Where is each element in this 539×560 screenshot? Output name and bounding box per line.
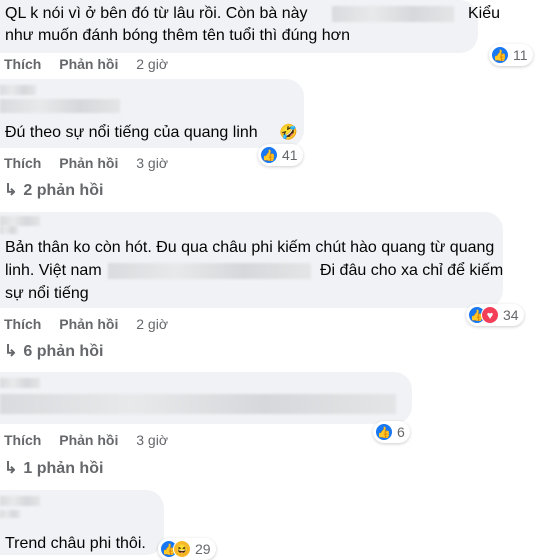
comment-bubble: Đú theo sự nổi tiếng của quang linh 🤣 [0, 79, 304, 148]
comment-text: linh. Việt nam [5, 262, 102, 279]
comment-text: như muốn đánh bóng thêm tên tuổi thì đún… [5, 27, 351, 44]
redacted-text [108, 263, 311, 279]
like-button[interactable]: Thích [4, 432, 41, 448]
timestamp[interactable]: 2 giờ [136, 316, 168, 332]
comment-text: Đú theo sự nổi tiếng của quang linh [5, 124, 258, 141]
replies-count-label: 1 phản hồi [23, 460, 104, 477]
view-replies-button[interactable]: ↳ 2 phản hồi [4, 180, 103, 200]
like-button[interactable]: Thích [4, 316, 41, 332]
reaction-summary[interactable]: 👍 11 [489, 44, 533, 66]
reaction-count: 34 [503, 307, 519, 323]
redacted-author-name [0, 226, 18, 234]
replies-count-label: 2 phản hồi [23, 182, 104, 199]
redacted-text [0, 394, 396, 414]
comment-text: Bản thân ko còn hót. Đu qua châu phi kiế… [5, 239, 495, 256]
reply-button[interactable]: Phản hồi [59, 155, 118, 171]
comment-bubble [0, 372, 412, 424]
comment-actions: Thích Phản hồi 3 giờ [4, 432, 168, 448]
like-icon: 👍 [375, 423, 393, 441]
reaction-count: 11 [513, 47, 528, 63]
comment-bubble: QL k nói vì ở bên đó từ lâu rồi. Còn bà … [0, 0, 500, 53]
haha-icon: 😆 [173, 540, 191, 558]
reaction-count: 6 [397, 424, 405, 440]
like-icon: 👍 [491, 46, 509, 64]
reply-button[interactable]: Phản hồi [59, 316, 118, 332]
reaction-count: 41 [282, 147, 298, 163]
reply-button[interactable]: Phản hồi [59, 432, 118, 448]
like-button[interactable]: Thích [4, 56, 41, 72]
view-replies-button[interactable]: ↳ 6 phản hồi [4, 341, 103, 361]
comment-bubble: Bản thân ko còn hót. Đu qua châu phi kiế… [0, 212, 503, 308]
reply-arrow-icon: ↳ [4, 460, 18, 477]
comment-text: Trend châu phi thôi. [5, 535, 146, 552]
view-replies-button[interactable]: ↳ 1 phản hồi [4, 458, 103, 478]
redacted-author-name [0, 510, 20, 518]
heart-icon: ♥ [481, 306, 499, 324]
comment-text: QL k nói vì ở bên đó từ lâu rồi. Còn bà … [5, 5, 308, 22]
comment-actions: Thích Phản hồi 3 giờ [4, 155, 168, 171]
comment-text: Kiểu [468, 5, 501, 22]
redacted-text [332, 6, 454, 22]
rofl-emoji: 🤣 [279, 124, 298, 141]
comment-actions: Thích Phản hồi 2 giờ [4, 316, 168, 332]
reaction-summary[interactable]: 👍 6 [373, 421, 410, 443]
comment-actions: Thích Phản hồi 2 giờ [4, 56, 168, 72]
comment-bubble: Trend châu phi thôi. [0, 490, 164, 555]
like-icon: 👍 [260, 146, 278, 164]
timestamp[interactable]: 3 giờ [136, 432, 168, 448]
redacted-author-name [0, 216, 40, 226]
timestamp[interactable]: 2 giờ [136, 56, 168, 72]
redacted-author-name [0, 99, 120, 113]
like-button[interactable]: Thích [4, 155, 41, 171]
reply-arrow-icon: ↳ [4, 182, 18, 199]
reaction-summary[interactable]: 👍 41 [258, 144, 303, 166]
redacted-author-name [0, 378, 40, 388]
redacted-author-name [0, 85, 36, 95]
reply-button[interactable]: Phản hồi [59, 56, 118, 72]
comment-text: sự nổi tiếng [5, 285, 89, 302]
redacted-author-name [0, 496, 40, 506]
replies-count-label: 6 phản hồi [23, 343, 104, 360]
timestamp[interactable]: 3 giờ [136, 155, 168, 171]
reaction-summary[interactable]: 👍 ♥ 34 [466, 304, 524, 326]
comment-text: Đi đâu cho xa chỉ để kiếm [320, 262, 504, 279]
reply-arrow-icon: ↳ [4, 343, 18, 360]
reaction-summary[interactable]: 👍 😆 29 [158, 538, 216, 560]
